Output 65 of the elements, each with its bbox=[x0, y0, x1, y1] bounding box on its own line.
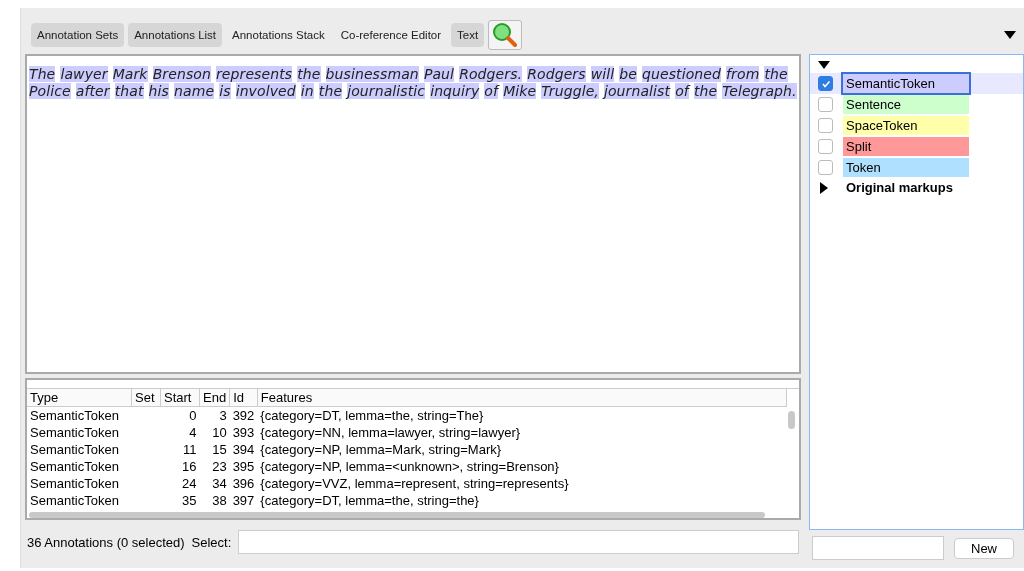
new-button[interactable]: New bbox=[954, 537, 1014, 559]
table-cell: {category=VVZ, lemma=represent, string=represents} bbox=[260, 476, 569, 491]
annotation-type[interactable]: Sentence bbox=[843, 95, 969, 114]
select-field[interactable] bbox=[238, 530, 799, 554]
tab[interactable]: Annotations Stack bbox=[226, 23, 331, 47]
table-cell: 38 bbox=[212, 493, 227, 508]
check-icon bbox=[820, 78, 831, 89]
table-cell: {category=NN, lemma=lawyer, string=lawyer} bbox=[260, 425, 521, 440]
checkbox[interactable] bbox=[818, 97, 833, 112]
search-button[interactable] bbox=[488, 20, 523, 50]
checkbox[interactable] bbox=[818, 118, 833, 133]
dropdown-icon[interactable] bbox=[1004, 31, 1016, 39]
table-cell: 16 bbox=[182, 459, 197, 474]
table-cell: 10 bbox=[212, 425, 227, 440]
table-cell: {category=DT, lemma=the, string=the} bbox=[260, 493, 479, 508]
annotation-type[interactable]: SpaceToken bbox=[843, 116, 969, 135]
table-cell: 393 bbox=[232, 425, 255, 440]
annotation-type[interactable]: SemanticToken bbox=[843, 74, 969, 93]
annotation-type[interactable]: Token bbox=[843, 158, 969, 177]
tab[interactable]: Text bbox=[451, 23, 485, 47]
table-cell: 395 bbox=[232, 459, 255, 474]
checkbox[interactable] bbox=[818, 139, 833, 154]
document-text: The lawyer Mark Brenson represents the businessman Paul Rodgers. Rodgers will be questioned from the Police after that his name is involved in the journalistic inquiry of Mike Truggle, journalist of the Telegraph. bbox=[29, 66, 797, 100]
table-cell: 396 bbox=[232, 476, 255, 491]
collapse-icon[interactable] bbox=[818, 61, 830, 69]
column-header[interactable]: Set bbox=[131, 389, 161, 407]
checkbox[interactable] bbox=[818, 76, 833, 91]
table-cell: SemanticToken bbox=[30, 493, 119, 508]
table-cell: 34 bbox=[212, 476, 227, 491]
table-cell: {category=NP, lemma=Mark, string=Mark} bbox=[260, 442, 502, 457]
table-cell: 23 bbox=[212, 459, 227, 474]
table-cell: 397 bbox=[232, 493, 255, 508]
tab[interactable]: Co-reference Editor bbox=[334, 23, 448, 47]
table-cell: 3 bbox=[219, 408, 227, 423]
table-cell: SemanticToken bbox=[30, 442, 119, 457]
table-cell: 24 bbox=[182, 476, 197, 491]
select-label: Select: bbox=[191, 534, 232, 550]
table-cell: 0 bbox=[189, 408, 197, 423]
name-field[interactable] bbox=[812, 536, 944, 560]
table-cell: {category=DT, lemma=the, string=The} bbox=[260, 408, 484, 423]
group-label[interactable]: Original markups bbox=[846, 180, 953, 195]
annotation-type[interactable]: Split bbox=[843, 137, 969, 156]
tab[interactable]: Annotation Sets bbox=[31, 23, 125, 47]
checkbox[interactable] bbox=[818, 160, 833, 175]
column-header[interactable]: End bbox=[199, 389, 230, 407]
column-header[interactable]: Type bbox=[27, 389, 132, 407]
table-cell: 11 bbox=[183, 442, 197, 457]
table-cell: 15 bbox=[212, 442, 227, 457]
scrollbar[interactable] bbox=[788, 411, 795, 429]
column-header[interactable]: Id bbox=[229, 389, 258, 407]
table-cell: 392 bbox=[232, 408, 255, 423]
table-cell: 4 bbox=[189, 425, 197, 440]
table-cell: SemanticToken bbox=[30, 459, 119, 474]
table-cell: 35 bbox=[182, 493, 197, 508]
expand-icon[interactable] bbox=[820, 181, 828, 194]
annotation-count: 36 Annotations (0 selected) bbox=[27, 534, 185, 550]
scrollbar[interactable] bbox=[29, 512, 765, 518]
table-cell: SemanticToken bbox=[30, 476, 119, 491]
table-cell: SemanticToken bbox=[30, 425, 119, 440]
table-cell: {category=NP, lemma=<unknown>, string=Brenson} bbox=[260, 459, 559, 474]
column-header[interactable]: Features bbox=[257, 389, 787, 407]
column-header[interactable]: Start bbox=[160, 389, 200, 407]
table-cell: 394 bbox=[232, 442, 255, 457]
table-cell: SemanticToken bbox=[30, 408, 119, 423]
tab[interactable]: Annotations List bbox=[128, 23, 223, 47]
